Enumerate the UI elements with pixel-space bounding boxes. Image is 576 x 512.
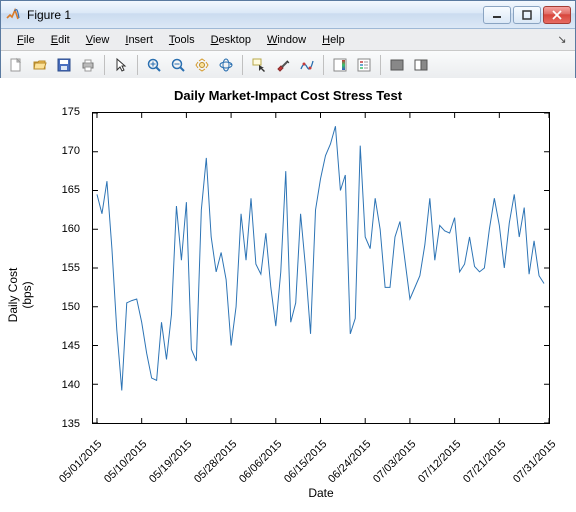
zoom-out-icon[interactable] [167, 54, 189, 76]
menu-desktop[interactable]: Desktop [203, 29, 259, 50]
print-icon[interactable] [77, 54, 99, 76]
menu-insert[interactable]: Insert [117, 29, 161, 50]
window-title: Figure 1 [27, 8, 483, 22]
figure-canvas[interactable]: Daily Market-Impact Cost Stress Test Dai… [0, 78, 576, 512]
close-button[interactable] [543, 6, 571, 24]
save-icon[interactable] [53, 54, 75, 76]
titlebar[interactable]: Figure 1 [1, 1, 575, 29]
menubar: File Edit View Insert Tools Desktop Wind… [1, 29, 575, 51]
menu-edit[interactable]: Edit [43, 29, 78, 50]
datacursor-icon[interactable] [248, 54, 270, 76]
menu-window[interactable]: Window [259, 29, 314, 50]
minimize-button[interactable] [483, 6, 511, 24]
link-plot-icon[interactable] [296, 54, 318, 76]
axes-box[interactable] [92, 112, 550, 424]
hide-tools-icon[interactable] [386, 54, 408, 76]
zoom-in-icon[interactable] [143, 54, 165, 76]
menubar-corner-icon[interactable]: ↘ [553, 29, 571, 50]
menu-help[interactable]: Help [314, 29, 353, 50]
brush-icon[interactable] [272, 54, 294, 76]
rotate3d-icon[interactable] [215, 54, 237, 76]
legend-icon[interactable] [353, 54, 375, 76]
y-tick-labels: 135140145150155160165170175 [6, 112, 86, 424]
pan-icon[interactable] [191, 54, 213, 76]
new-figure-icon[interactable] [5, 54, 27, 76]
menu-view[interactable]: View [78, 29, 118, 50]
x-tick-labels: 05/01/201505/10/201505/19/201505/28/2015… [92, 430, 550, 506]
pointer-icon[interactable] [110, 54, 132, 76]
toolbar [1, 51, 575, 79]
colorbar-icon[interactable] [329, 54, 351, 76]
maximize-button[interactable] [513, 6, 541, 24]
chart-line [93, 113, 549, 423]
dock-icon[interactable] [410, 54, 432, 76]
menu-tools[interactable]: Tools [161, 29, 203, 50]
matlab-icon [5, 7, 21, 23]
open-icon[interactable] [29, 54, 51, 76]
chart-title: Daily Market-Impact Cost Stress Test [6, 88, 570, 103]
menu-file[interactable]: File [9, 29, 43, 50]
